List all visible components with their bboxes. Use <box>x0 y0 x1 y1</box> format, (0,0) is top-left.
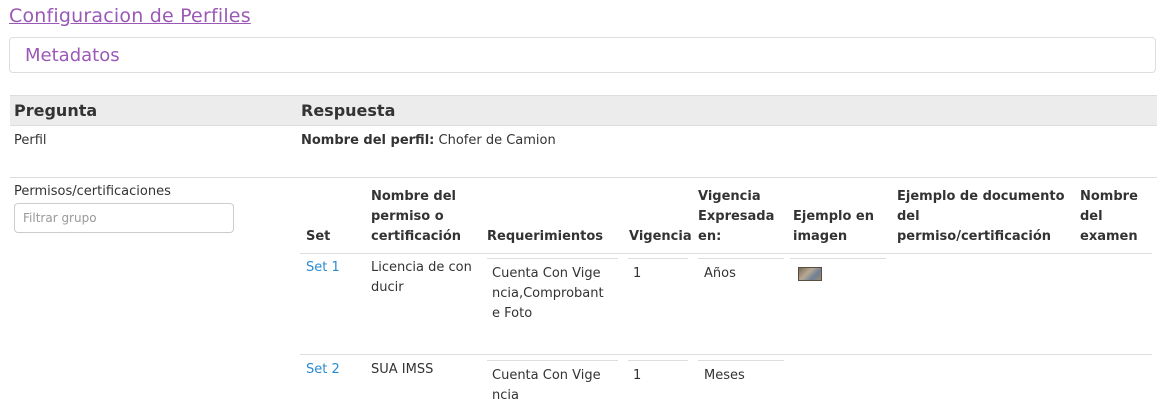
inner-header-divider <box>300 253 1152 254</box>
set-1-link[interactable]: Set 1 <box>306 258 340 278</box>
example-image-thumbnail[interactable] <box>798 267 822 281</box>
perfil-label: Perfil <box>14 133 47 148</box>
column-header-pregunta: Pregunta <box>14 101 98 120</box>
perfil-name-value: Chofer de Camion <box>438 133 556 148</box>
panel-title: Metadatos <box>25 45 120 66</box>
set-2-link[interactable]: Set 2 <box>306 360 340 380</box>
row-1-requerimientos: Cuenta Con Vige ncia,Comprobant e Foto <box>492 266 604 321</box>
header-ejemplo-imagen: Ejemplo en imagen <box>793 209 874 244</box>
header-ejemplo-documento: Ejemplo de documento del permiso/certifi… <box>897 189 1065 244</box>
row-2-vigencia-cell: 1 <box>628 360 688 391</box>
row-1-divider <box>300 354 1152 355</box>
perfil-name-label: Nombre del perfil: <box>301 133 435 148</box>
row-2-expresada-cell: Meses <box>698 360 784 391</box>
row-divider <box>10 177 1157 178</box>
header-vigencia: Vigencia <box>629 229 692 244</box>
header-nombre: Nombre del permiso o certificación <box>371 189 462 244</box>
row-2-vigencia: 1 <box>633 368 642 383</box>
metadatos-panel: Metadatos <box>9 37 1156 73</box>
header-requerimientos: Requerimientos <box>487 229 604 244</box>
row-2-requerimientos: Cuenta Con Vige ncia <box>492 368 601 403</box>
row-2-nombre: SUA IMSS <box>371 362 434 377</box>
row-1-vigencia: 1 <box>633 266 642 281</box>
row-1-nombre: Licencia de con ducir <box>371 260 472 295</box>
row-1-expresada-cell: Años <box>698 258 784 289</box>
header-set: Set <box>306 229 331 244</box>
table-header: Pregunta Respuesta <box>10 95 1157 126</box>
row-2-expresada: Meses <box>704 368 745 383</box>
permisos-label: Permisos/certificaciones <box>14 184 171 199</box>
header-nombre-examen: Nombre del examen <box>1080 189 1138 244</box>
column-header-respuesta: Respuesta <box>301 101 396 120</box>
filter-group-input[interactable] <box>14 203 234 233</box>
header-vigencia-expresada: Vigencia Expresada en: <box>698 189 775 244</box>
row-1-requerimientos-cell: Cuenta Con Vige ncia,Comprobant e Foto <box>487 258 618 329</box>
row-2-requerimientos-cell: Cuenta Con Vige ncia <box>487 360 618 419</box>
row-1-expresada: Años <box>704 266 736 281</box>
perfil-name: Nombre del perfil: Chofer de Camion <box>301 133 556 148</box>
page-title-link[interactable]: Configuracion de Perfiles <box>9 5 251 27</box>
row-1-vigencia-cell: 1 <box>628 258 688 289</box>
